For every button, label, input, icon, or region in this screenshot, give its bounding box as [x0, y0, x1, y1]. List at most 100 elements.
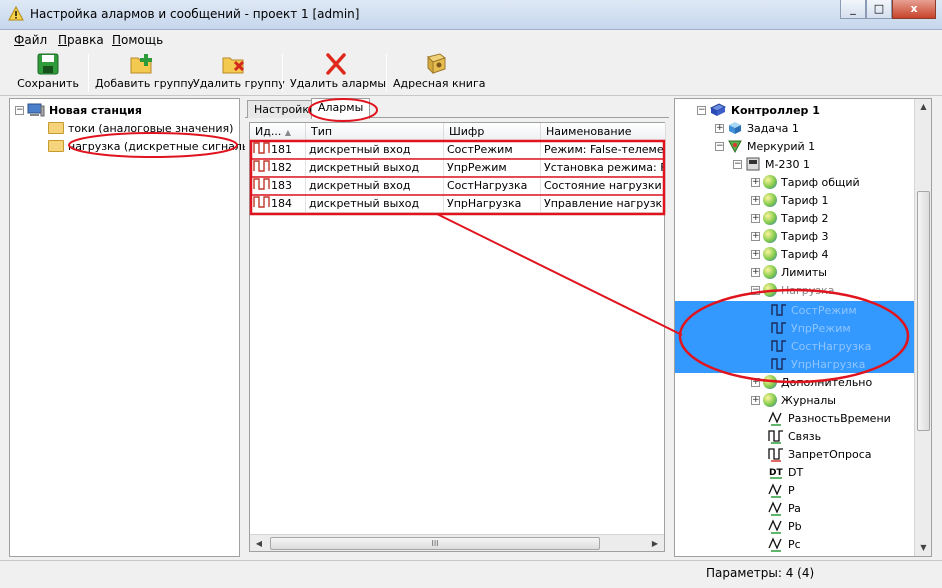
expand-icon[interactable]: + [751, 267, 760, 277]
column-id[interactable]: Ид... ▲ [250, 123, 306, 141]
expand-icon[interactable]: + [751, 249, 760, 259]
pulse-icon [253, 160, 270, 172]
delete-alarms-button[interactable]: Удалить алармы [290, 52, 386, 94]
group-icon [763, 283, 777, 297]
tree-tariff-total[interactable]: + Тариф общий [751, 173, 860, 191]
tree-limits[interactable]: + Лимиты [751, 263, 827, 281]
tree-tariff-4[interactable]: + Тариф 4 [751, 245, 829, 263]
delete-group-button[interactable]: Удалить группу [193, 52, 285, 94]
folder-add-icon [130, 54, 152, 74]
column-name[interactable]: Наименование [541, 123, 666, 141]
menu-file[interactable]: Файл [14, 33, 47, 47]
controller-icon [709, 103, 727, 116]
save-icon [37, 53, 59, 75]
expand-icon[interactable]: + [715, 123, 724, 133]
horizontal-scrollbar[interactable]: ◀ III ▶ [250, 534, 664, 551]
scroll-left-icon[interactable]: ◀ [252, 537, 266, 550]
tree-tariff-3[interactable]: + Тариф 3 [751, 227, 829, 245]
tree-item-currents[interactable]: токи (аналоговые значения) [48, 119, 233, 137]
menu-bar: Файл Правка Помощь [0, 30, 942, 50]
add-group-button[interactable]: Добавить группу [95, 52, 194, 94]
scroll-up-icon[interactable]: ▲ [917, 100, 930, 114]
tree-load-child[interactable]: СостРежим [771, 301, 857, 319]
address-book-button[interactable]: Адресная книга [393, 52, 485, 94]
pulse-icon [768, 430, 783, 444]
save-button[interactable]: Сохранить [14, 52, 82, 94]
collapse-icon[interactable]: − [733, 159, 742, 169]
pulse-icon [771, 340, 786, 352]
station-label: Новая станция [49, 103, 142, 117]
tree-signal[interactable]: ЗапретОпроса [768, 445, 872, 463]
group-icon [763, 247, 777, 261]
menu-help[interactable]: Помощь [112, 33, 163, 47]
tree-logs[interactable]: + Журналы [751, 391, 836, 409]
close-button[interactable]: x [892, 0, 936, 19]
collapse-icon[interactable]: − [697, 105, 706, 115]
collapse-icon[interactable]: − [751, 285, 760, 295]
scroll-thumb[interactable] [917, 191, 930, 431]
station-tree: − Новая станция токи (аналоговые значени… [9, 98, 255, 557]
tree-signal[interactable]: РазностьВремени [768, 409, 891, 427]
tree-signal[interactable]: Связь [768, 427, 821, 445]
tree-item-load[interactable]: нагрузка (дискретные сигналы) [48, 137, 255, 155]
minimize-button[interactable]: _ [840, 0, 866, 19]
group-icon [763, 229, 777, 243]
warning-icon [8, 6, 24, 21]
expand-icon[interactable]: + [751, 377, 760, 387]
tree-tariff-1[interactable]: + Тариф 1 [751, 191, 829, 209]
pulse-icon [253, 142, 270, 154]
tab-alarms[interactable]: Алармы [311, 98, 371, 119]
column-type[interactable]: Тип [306, 123, 444, 141]
meter-icon [746, 157, 760, 171]
tab-strip: Настройки Алармы [245, 98, 669, 119]
vertical-scrollbar[interactable]: ▲ ▼ [914, 99, 931, 556]
tree-load-child[interactable]: УпрНагрузка [771, 355, 865, 373]
folder-icon [48, 140, 64, 152]
expand-icon[interactable]: + [751, 395, 760, 405]
tree-signal[interactable]: Pb [768, 517, 802, 535]
scroll-right-icon[interactable]: ▶ [648, 537, 662, 550]
tree-load[interactable]: − Нагрузка [751, 281, 835, 299]
tree-load-child[interactable]: СостНагрузка [771, 337, 871, 355]
address-book-icon [427, 53, 447, 75]
analog-signal-icon [768, 519, 782, 534]
collapse-icon[interactable]: − [715, 141, 724, 151]
table-row[interactable]: 184 дискретный выход УпрНагрузка Управле… [250, 195, 666, 213]
tree-meter[interactable]: − М-230 1 [733, 155, 810, 173]
analog-signal-icon [768, 501, 782, 516]
tree-root-station[interactable]: − Новая станция [15, 101, 142, 119]
maximize-button[interactable]: □ [866, 0, 892, 19]
delete-icon [326, 53, 346, 75]
expand-icon[interactable]: + [751, 195, 760, 205]
collapse-icon[interactable]: − [15, 105, 24, 115]
expand-icon[interactable]: + [751, 231, 760, 241]
tree-item-label: нагрузка (дискретные сигналы) [68, 139, 255, 153]
expand-icon[interactable]: + [751, 213, 760, 223]
menu-edit[interactable]: Правка [58, 33, 104, 47]
tree-signal[interactable]: Pc [768, 535, 801, 553]
tree-controller[interactable]: − Контроллер 1 [697, 101, 820, 119]
device-tree: − Контроллер 1 + Задача 1 − Меркурий 1 −… [674, 98, 932, 557]
scroll-down-icon[interactable]: ▼ [917, 541, 930, 555]
group-icon [763, 175, 777, 189]
tree-mercury[interactable]: − Меркурий 1 [715, 137, 815, 155]
tree-signal[interactable]: DT DT [768, 463, 803, 481]
group-icon [763, 375, 777, 389]
tree-signal[interactable]: P [768, 481, 795, 499]
tree-load-child[interactable]: УпрРежим [771, 319, 851, 337]
column-code[interactable]: Шифр [444, 123, 541, 141]
status-params: Параметры: 4 (4) [706, 566, 815, 580]
tree-task[interactable]: + Задача 1 [715, 119, 799, 137]
title-bar: Настройка алармов и сообщений - проект 1… [0, 0, 942, 30]
table-row[interactable]: 183 дискретный вход СостНагрузка Состоян… [250, 177, 666, 195]
scroll-thumb[interactable]: III [270, 537, 600, 550]
expand-icon[interactable]: + [751, 177, 760, 187]
tree-tariff-2[interactable]: + Тариф 2 [751, 209, 829, 227]
analog-signal-icon [768, 483, 782, 498]
table-row[interactable]: 182 дискретный выход УпрРежим Установка … [250, 159, 666, 177]
tree-signal[interactable]: Pa [768, 499, 801, 517]
tree-additional[interactable]: + Дополнительно [751, 373, 872, 391]
svg-text:DT: DT [769, 468, 783, 478]
table-row[interactable]: 181 дискретный вход СостРежим Режим: Fal… [250, 141, 666, 159]
pulse-icon [768, 448, 783, 462]
